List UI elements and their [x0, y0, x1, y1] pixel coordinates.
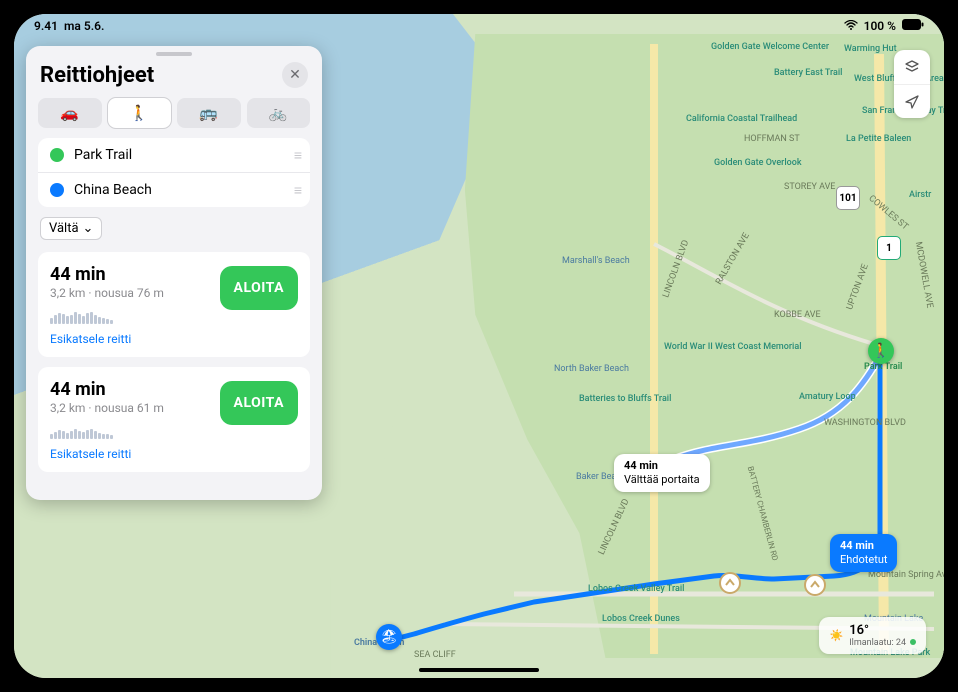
home-indicator[interactable]	[419, 668, 539, 672]
close-button[interactable]: ✕	[282, 62, 308, 88]
walk-icon: 🚶	[130, 104, 149, 122]
route-0-elevation	[50, 308, 298, 324]
marker-end[interactable]: 🏖	[376, 624, 402, 650]
stop-to-label: China Beach	[74, 182, 152, 198]
route-0-go-button[interactable]: ALOITA	[220, 266, 298, 310]
battery-percent: 100 %	[864, 19, 896, 33]
mode-tab-bike[interactable]: 🚲	[247, 98, 311, 128]
transit-icon: 🚌	[199, 104, 218, 122]
poi-lobos-valley: Lobos Creek Valley Trail	[588, 584, 684, 594]
route-callout-alt[interactable]: 44 min Välttää portaita	[614, 454, 710, 492]
directions-panel: Reittiohjeet ✕ 🚗 🚶 🚌 🚲	[26, 46, 322, 500]
hwy-shield-101: 101	[836, 186, 860, 210]
road-storey: STOREY AVE	[784, 182, 835, 192]
road-mountain-spring: Mountain Spring Ave	[868, 570, 944, 580]
stop-from-dot-icon	[50, 148, 64, 162]
weather-aqi-label: Ilmanlaatu: 24	[849, 638, 906, 648]
mode-tab-car[interactable]: 🚗	[38, 98, 102, 128]
reorder-icon[interactable]: ≡	[294, 147, 300, 164]
poi-batteries: Batteries to Bluffs Trail	[579, 394, 671, 404]
map-layers-button[interactable]	[894, 50, 930, 84]
callout-primary-time: 44 min	[840, 539, 887, 553]
battery-icon	[902, 19, 924, 33]
stops-list: Park Trail ≡ China Beach ≡	[38, 138, 310, 207]
stop-from[interactable]: Park Trail ≡	[38, 138, 310, 173]
mode-tab-walk[interactable]: 🚶	[108, 98, 172, 128]
poi-coastal-trailhead: California Coastal Trailhead	[686, 114, 797, 124]
status-left: 9.41 ma 5.6.	[34, 19, 104, 33]
weather-text: 16° Ilmanlaatu: 24	[849, 623, 916, 648]
hwy-shield-1: 1	[877, 236, 901, 260]
map-controls	[894, 50, 930, 118]
road-hoffman: HOFFMAN ST	[744, 134, 800, 144]
route-callout-primary[interactable]: 44 min Ehdotetut	[830, 534, 897, 572]
route-card-0[interactable]: 44 min 3,2 km · nousua 76 m Esikatsele r…	[38, 252, 310, 357]
marker-start[interactable]: 🚶	[868, 338, 894, 364]
route-1-go-button[interactable]: ALOITA	[220, 381, 298, 425]
avoid-dropdown[interactable]: Vältä ⌄	[40, 217, 102, 240]
route-card-1[interactable]: 44 min 3,2 km · nousua 61 m Esikatsele r…	[38, 367, 310, 472]
bike-icon: 🚲	[269, 104, 288, 122]
callout-alt-note: Välttää portaita	[624, 473, 700, 487]
route-1-elevation	[50, 423, 298, 439]
route-0-preview-link[interactable]: Esikatsele reitti	[50, 332, 131, 346]
wifi-icon	[844, 19, 858, 33]
weather-temp: 16°	[849, 623, 916, 638]
avoid-row: Vältä ⌄	[26, 207, 322, 252]
status-time: 9.41	[34, 19, 58, 33]
poi-wwii: World War II West Coast Memorial	[664, 342, 802, 352]
stop-to-dot-icon	[50, 183, 64, 197]
chevron-down-icon: ⌄	[83, 221, 94, 236]
route-1-preview-link[interactable]: Esikatsele reitti	[50, 447, 131, 461]
reorder-icon[interactable]: ≡	[294, 182, 300, 199]
callout-alt-time: 44 min	[624, 459, 700, 473]
stop-from-label: Park Trail	[74, 147, 132, 163]
panel-title: Reittiohjeet	[40, 63, 154, 88]
avoid-label: Vältä	[49, 221, 79, 236]
status-date: ma 5.6.	[64, 19, 104, 33]
poi-airstr: Airstr	[909, 190, 931, 200]
poi-warming-hut: Warming Hut	[844, 44, 897, 54]
aqi-dot-icon	[910, 639, 916, 645]
waypoint-1	[719, 572, 741, 594]
status-bar: 9.41 ma 5.6. 100 %	[14, 14, 944, 38]
device-frame: 9.41 ma 5.6. 100 %	[0, 0, 958, 692]
transport-mode-tabs: 🚗 🚶 🚌 🚲	[26, 98, 322, 138]
road-kobbe: KOBBE AVE	[774, 310, 821, 320]
poi-amatury: Amatury Loop	[799, 392, 856, 402]
walk-icon: 🚶	[872, 343, 889, 359]
map-locate-button[interactable]	[894, 84, 930, 118]
poi-la-petite: La Petite Baleen	[846, 134, 911, 144]
weather-widget[interactable]: ☀️ 16° Ilmanlaatu: 24	[819, 617, 926, 654]
poi-battery-east: Battery East Trail	[774, 68, 842, 78]
poi-gg-overlook: Golden Gate Overlook	[714, 158, 802, 168]
close-icon: ✕	[289, 67, 301, 83]
status-right: 100 %	[844, 19, 924, 33]
waypoint-2	[804, 574, 826, 596]
road-washington: WASHINGTON BLVD	[824, 418, 906, 428]
panel-header: Reittiohjeet ✕	[26, 56, 322, 98]
hwy-1-label: 1	[886, 243, 892, 254]
stop-to[interactable]: China Beach ≡	[38, 173, 310, 207]
callout-primary-note: Ehdotetut	[840, 553, 887, 567]
poi-marshalls: Marshall's Beach	[562, 256, 630, 266]
poi-north-baker: North Baker Beach	[554, 364, 629, 374]
poi-lobos-dunes: Lobos Creek Dunes	[602, 614, 680, 624]
weather-sun-icon: ☀️	[829, 629, 843, 642]
poi-golden-gate-welcome: Golden Gate Welcome Center	[711, 42, 829, 52]
weather-aqi: Ilmanlaatu: 24	[849, 638, 916, 648]
beach-icon: 🏖	[380, 629, 398, 645]
car-icon: 🚗	[60, 104, 79, 122]
screen: 9.41 ma 5.6. 100 %	[14, 14, 944, 678]
mode-tab-transit[interactable]: 🚌	[177, 98, 241, 128]
hwy-101-label: 101	[839, 193, 856, 204]
area-sea-cliff: SEA CLIFF	[414, 650, 456, 660]
